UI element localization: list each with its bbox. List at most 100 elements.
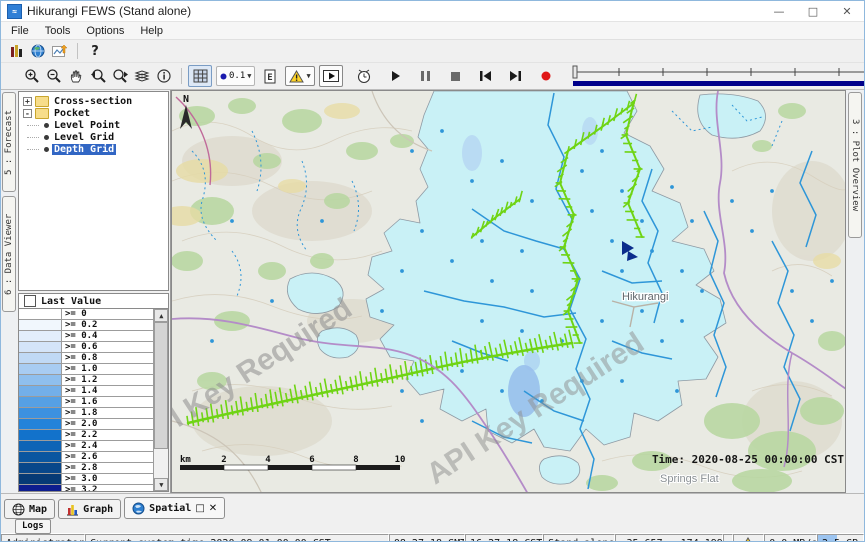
- step-forward-button[interactable]: [505, 66, 527, 86]
- legend-color-swatch: [19, 463, 62, 473]
- contour-interval-dropdown[interactable]: 0.1 ▼: [216, 66, 255, 86]
- play-button[interactable]: [385, 66, 407, 86]
- scroll-thumb[interactable]: [154, 322, 168, 449]
- menu-item-tools[interactable]: Tools: [37, 25, 79, 37]
- tab-data-viewer[interactable]: 6 : Data Viewer: [2, 196, 16, 312]
- tab-map[interactable]: Map: [4, 499, 55, 519]
- tab-forecast[interactable]: 5 : Forecast: [2, 92, 16, 192]
- last-value-checkbox[interactable]: [24, 295, 36, 307]
- time-control-button[interactable]: [353, 66, 375, 86]
- database-viewer-button[interactable]: [5, 41, 27, 61]
- legend-color-swatch: [19, 397, 62, 407]
- tree-node-label: Pocket: [52, 108, 92, 119]
- tree-node-level-grid[interactable]: Level Grid: [23, 131, 168, 143]
- warnings-dropdown[interactable]: ▼: [285, 66, 314, 86]
- zoom-in-button[interactable]: [21, 66, 43, 86]
- legend-class-row: >= 1.6: [19, 397, 153, 408]
- legend-class-row: >= 2.4: [19, 441, 153, 452]
- menu-item-options[interactable]: Options: [78, 25, 132, 37]
- label-tag-icon: E: [264, 69, 277, 84]
- legend-class-row: >= 0.2: [19, 320, 153, 331]
- logs-button[interactable]: Logs: [15, 519, 51, 534]
- legend-color-swatch: [19, 375, 62, 385]
- toolbar-separator: [181, 68, 182, 84]
- status-warning[interactable]: [733, 534, 764, 542]
- legend-color-swatch: [19, 441, 62, 451]
- tab-plot-overview[interactable]: 3 : Plot Overview: [848, 92, 862, 238]
- folder-icon: [35, 108, 49, 119]
- map-viewport[interactable]: API Key Required API Key Required N km 2…: [171, 90, 846, 493]
- legend-class-label: >= 0.4: [62, 331, 153, 341]
- pause-button[interactable]: [415, 66, 437, 86]
- menu-item-file[interactable]: File: [3, 25, 37, 37]
- record-icon: [541, 71, 551, 81]
- legend-class-label: >= 1.6: [62, 397, 153, 407]
- timeseries-dialog-button[interactable]: [49, 41, 71, 61]
- stop-button[interactable]: [445, 66, 467, 86]
- help-icon: ?: [91, 44, 99, 59]
- maximize-button[interactable]: □: [796, 1, 830, 21]
- zoom-out-button[interactable]: [43, 66, 65, 86]
- status-gmt-time: 08:27:18 GMT: [389, 534, 465, 542]
- legend-scrollbar[interactable]: ▲ ▼: [153, 309, 168, 491]
- bar-chart-icon: [66, 503, 79, 516]
- collapse-icon[interactable]: -: [23, 109, 32, 118]
- status-local-time: 16:27:18 CST: [465, 534, 543, 542]
- timer-icon: [356, 68, 372, 84]
- layers-button[interactable]: [131, 66, 153, 86]
- tree-node-cross-section[interactable]: +Cross-section: [23, 95, 168, 107]
- tab-graph[interactable]: Graph: [58, 499, 121, 519]
- legend-class-row: >= 2.2: [19, 430, 153, 441]
- legend-class-list: >= 0>= 0.2>= 0.4>= 0.6>= 0.8>= 1.0>= 1.2…: [19, 309, 153, 491]
- map-toolbar: 0.1 ▼ E ▼: [1, 63, 864, 90]
- help-button[interactable]: ?: [84, 41, 106, 61]
- legend-color-swatch: [19, 342, 62, 352]
- folder-icon: [35, 96, 49, 107]
- scroll-up-icon[interactable]: ▲: [154, 309, 168, 322]
- zoom-previous-button[interactable]: [87, 66, 109, 86]
- toolbar-separator: [77, 43, 78, 59]
- node-bullet-icon: [44, 123, 49, 128]
- filter-tree: +Cross-section - PocketLevel PointLevel Gr…: [18, 91, 169, 291]
- map-canvas: API Key Required API Key Required N km 2…: [172, 91, 846, 493]
- pan-button[interactable]: [65, 66, 87, 86]
- window-title: Hikurangi FEWS (Stand alone): [27, 4, 191, 18]
- legend-color-swatch: [19, 364, 62, 374]
- animation-dialog-button[interactable]: [319, 65, 343, 87]
- movie-play-icon: [323, 70, 339, 82]
- grid-icon: [193, 69, 208, 83]
- legend-color-swatch: [19, 320, 62, 330]
- tree-node-depth-grid[interactable]: Depth Grid: [23, 143, 168, 155]
- legend-class-label: >= 1.4: [62, 386, 153, 396]
- record-button[interactable]: [535, 66, 557, 86]
- labels-button[interactable]: E: [259, 66, 281, 86]
- undock-tab-icon[interactable]: □: [195, 503, 204, 514]
- tree-node-level-point[interactable]: Level Point: [23, 119, 168, 131]
- graph-arrow-icon: [52, 44, 68, 58]
- map-display-button[interactable]: [27, 41, 49, 61]
- legend-class-label: >= 1.0: [62, 364, 153, 374]
- expand-icon[interactable]: +: [23, 97, 32, 106]
- time-slider[interactable]: 2020-08-25 00:00:00 CST: [571, 64, 865, 88]
- bottom-tab-bar: Map Graph Spatial □ ✕: [1, 493, 864, 519]
- zoom-out-icon: [46, 68, 62, 84]
- interval-value: 0.1: [229, 71, 245, 81]
- legend-color-swatch: [19, 331, 62, 341]
- stop-icon: [451, 72, 460, 81]
- tree-node-pocket[interactable]: - Pocket: [23, 107, 168, 119]
- close-tab-icon[interactable]: ✕: [209, 503, 217, 514]
- place-label-springs-flat: Springs Flat: [660, 473, 719, 485]
- globe-icon: [31, 44, 45, 58]
- info-button[interactable]: [153, 66, 175, 86]
- logs-row: Logs: [1, 519, 864, 533]
- tab-spatial[interactable]: Spatial □ ✕: [124, 497, 225, 519]
- legend-class-label: >= 1.2: [62, 375, 153, 385]
- grid-display-button[interactable]: [188, 65, 212, 87]
- legend-class-label: >= 3.2: [62, 485, 153, 491]
- step-back-button[interactable]: [475, 66, 497, 86]
- close-button[interactable]: ✕: [830, 1, 864, 21]
- minimize-button[interactable]: —: [762, 1, 796, 21]
- scroll-down-icon[interactable]: ▼: [154, 478, 168, 491]
- menu-item-help[interactable]: Help: [132, 25, 171, 37]
- zoom-next-button[interactable]: [109, 66, 131, 86]
